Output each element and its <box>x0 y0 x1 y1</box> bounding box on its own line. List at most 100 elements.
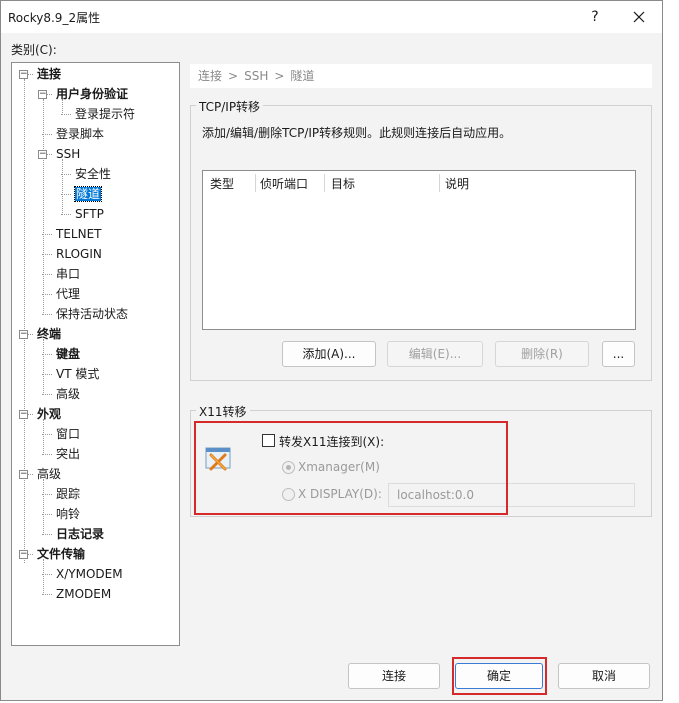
tree-item[interactable]: 连接 <box>37 65 61 83</box>
tree-connector <box>62 159 63 215</box>
more-button[interactable]: ... <box>602 341 635 367</box>
tree-item-label: 跟踪 <box>56 487 81 501</box>
tree-connector <box>42 274 52 275</box>
tree-item[interactable]: 隧道 <box>73 185 103 203</box>
collapse-toggle-icon[interactable]: − <box>19 330 28 339</box>
x11-group-title: X11转移 <box>196 403 250 420</box>
tree-item[interactable]: 保持活动状态 <box>56 305 128 323</box>
tcpip-group-title: TCP/IP转移 <box>196 98 264 115</box>
tree-item-label: VT 模式 <box>56 367 100 381</box>
highlight-box <box>194 421 508 515</box>
category-label: 类别(C): <box>11 43 57 57</box>
tree-item[interactable]: TELNET <box>56 225 102 243</box>
help-button[interactable]: ? <box>572 1 618 33</box>
tcpip-description: 添加/编辑/删除TCP/IP转移规则。此规则连接后自动应用。 <box>202 126 512 140</box>
tree-connector <box>61 114 71 115</box>
column-header-type[interactable]: 类型 <box>210 175 234 193</box>
tree-item[interactable]: 代理 <box>56 285 80 303</box>
tree-item-label: 用户身份验证 <box>56 87 129 101</box>
tree-item-label: 日志记录 <box>56 527 105 541</box>
tree-item-label: SSH <box>56 147 81 161</box>
tree-connector <box>42 374 52 375</box>
tree-item[interactable]: SSH <box>56 145 80 163</box>
collapse-toggle-icon[interactable]: − <box>19 550 28 559</box>
column-separator <box>439 174 440 192</box>
tree-item-label: 外观 <box>37 407 62 421</box>
breadcrumb-part: SSH <box>244 69 269 83</box>
close-button[interactable] <box>616 1 662 33</box>
tree-connector <box>24 79 25 563</box>
tree-item-label: 保持活动状态 <box>56 307 129 321</box>
tree-item-label: TELNET <box>56 227 102 241</box>
collapse-toggle-icon[interactable]: − <box>38 150 47 159</box>
tree-connector <box>43 419 44 455</box>
tree-connector <box>43 479 44 535</box>
tree-item[interactable]: 安全性 <box>75 165 111 183</box>
tree-item[interactable]: 串口 <box>56 265 80 283</box>
tree-connector <box>42 434 52 435</box>
breadcrumb-separator: > <box>228 69 239 83</box>
tree-connector <box>61 174 71 175</box>
tree-connector <box>43 339 44 395</box>
tree-item[interactable]: 高级 <box>37 465 61 483</box>
column-header-target[interactable]: 目标 <box>331 175 355 193</box>
tree-item-label: 登录脚本 <box>56 127 105 141</box>
ok-highlight-box <box>452 657 547 695</box>
tree-item[interactable]: 窗口 <box>56 425 80 443</box>
tree-item[interactable]: X/YMODEM <box>56 565 123 583</box>
tree-connector <box>42 514 52 515</box>
tree-item-label: 代理 <box>56 287 81 301</box>
tree-item-label: 突出 <box>56 447 81 461</box>
tree-item[interactable]: SFTP <box>75 205 104 223</box>
tree-item-label: 高级 <box>37 467 62 481</box>
tree-item-label: RLOGIN <box>56 247 102 261</box>
add-rule-button[interactable]: 添加(A)... <box>282 341 376 367</box>
tree-connector <box>61 194 71 195</box>
tree-item-label: 隧道 <box>73 186 103 202</box>
tree-item-label: 登录提示符 <box>75 107 136 121</box>
tree-item[interactable]: 高级 <box>56 385 80 403</box>
tree-item-label: 安全性 <box>75 167 112 181</box>
collapse-toggle-icon[interactable]: − <box>19 470 28 479</box>
tree-item[interactable]: 跟踪 <box>56 485 80 503</box>
tree-item-label: X/YMODEM <box>56 567 123 581</box>
collapse-toggle-icon[interactable]: − <box>19 70 28 79</box>
tree-item-label: 窗口 <box>56 427 81 441</box>
tree-connector <box>43 99 44 315</box>
tree-item[interactable]: ZMODEM <box>56 585 111 603</box>
collapse-toggle-icon[interactable]: − <box>38 90 47 99</box>
tree-item[interactable]: VT 模式 <box>56 365 99 383</box>
tree-item-label: 响铃 <box>56 507 81 521</box>
tree-item[interactable]: RLOGIN <box>56 245 102 263</box>
tree-connector <box>42 394 52 395</box>
tree-item[interactable]: 登录提示符 <box>75 105 135 123</box>
tree-item-label: 高级 <box>56 387 81 401</box>
tree-item[interactable]: 日志记录 <box>56 525 104 543</box>
tree-connector <box>42 574 52 575</box>
tree-item[interactable]: 文件传输 <box>37 545 85 563</box>
tcpip-rules-list[interactable]: 类型 侦听端口 目标 说明 <box>202 170 636 330</box>
tree-item[interactable]: 键盘 <box>56 345 80 363</box>
tree-item[interactable]: 用户身份验证 <box>56 85 128 103</box>
connect-button[interactable]: 连接 <box>348 663 440 689</box>
cancel-button[interactable]: 取消 <box>558 663 650 689</box>
breadcrumb: 连接 > SSH > 隧道 <box>190 64 652 88</box>
edit-rule-button[interactable]: 编辑(E)... <box>387 341 483 367</box>
tree-item-label: 终端 <box>37 327 62 341</box>
collapse-toggle-icon[interactable]: − <box>19 410 28 419</box>
tree-item-label: ZMODEM <box>56 587 112 601</box>
tree-item[interactable]: 响铃 <box>56 505 80 523</box>
tree-item[interactable]: 突出 <box>56 445 80 463</box>
column-separator <box>324 174 325 192</box>
tree-connector <box>42 454 52 455</box>
tree-connector <box>42 294 52 295</box>
breadcrumb-part: 连接 <box>198 69 223 83</box>
column-header-description[interactable]: 说明 <box>445 175 469 193</box>
delete-rule-button[interactable]: 删除(R) <box>495 341 589 367</box>
tree-connector <box>61 214 71 215</box>
tree-connector <box>42 134 52 135</box>
column-header-listen-port[interactable]: 侦听端口 <box>260 175 308 193</box>
tree-item[interactable]: 登录脚本 <box>56 125 104 143</box>
tree-item[interactable]: 外观 <box>37 405 61 423</box>
tree-item[interactable]: 终端 <box>37 325 61 343</box>
